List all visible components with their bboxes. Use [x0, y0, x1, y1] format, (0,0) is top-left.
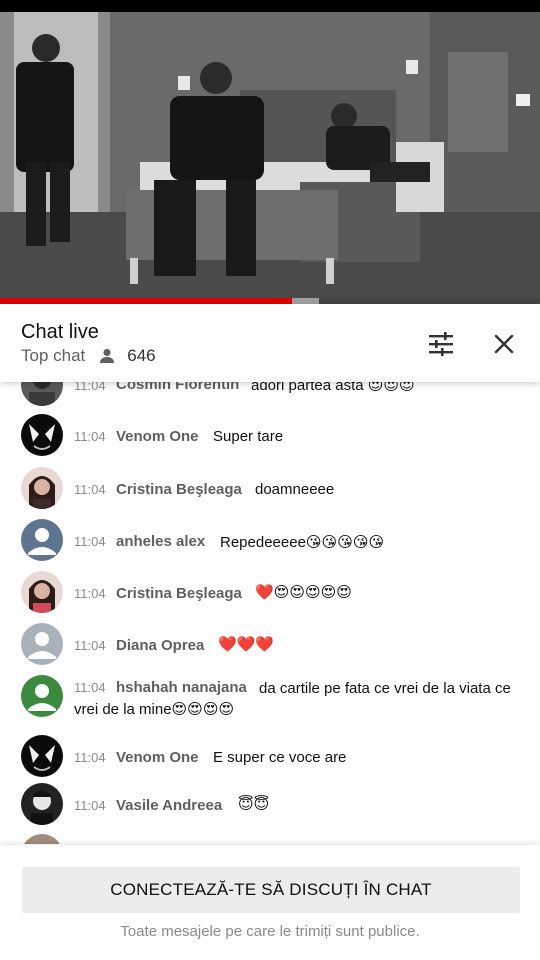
- message-text: da cartile pe fata ce vrei de la viata c…: [74, 680, 511, 718]
- avatar: [21, 783, 63, 825]
- message-author[interactable]: Cristina Beşleaga: [116, 481, 242, 498]
- message-author[interactable]: Venom One: [116, 749, 199, 766]
- message-text: ❤️❤️❤️: [218, 636, 275, 653]
- viewer-count: 646: [99, 346, 156, 366]
- message-author[interactable]: Cosmin Florentin: [116, 382, 239, 393]
- avatar: [21, 675, 63, 717]
- chat-title: Chat live: [21, 321, 99, 343]
- chat-footer: CONECTEAZĂ-TE SĂ DISCUȚI ÎN CHAT Toate m…: [0, 845, 540, 960]
- tune-icon: [429, 332, 453, 356]
- avatar: [21, 623, 63, 665]
- close-icon: [494, 334, 514, 354]
- status-bar: [0, 0, 540, 12]
- sign-in-to-chat-button[interactable]: CONECTEAZĂ-TE SĂ DISCUȚI ÎN CHAT: [22, 867, 520, 913]
- message-text: ❤️😍😍😍😍😍: [255, 584, 352, 601]
- avatar: [21, 414, 63, 456]
- chat-mode-label[interactable]: Top chat: [21, 346, 85, 366]
- message-author[interactable]: Cristina Beşleaga: [116, 585, 242, 602]
- message-author[interactable]: Diana Oprea: [116, 637, 204, 654]
- message-time: 11:04: [74, 586, 106, 601]
- video-player[interactable]: [0, 12, 540, 298]
- message-text: Super tare: [213, 428, 284, 445]
- public-messages-note: Toate mesajele pe care le trimiți sunt p…: [120, 923, 420, 940]
- video-frame: [0, 12, 540, 298]
- live-chat-header: Chat live Top chat 646: [0, 304, 540, 382]
- chat-message-list[interactable]: 11:04 Cosmin Florentin adori partea asta…: [0, 382, 540, 844]
- avatar: [21, 834, 63, 844]
- message-author[interactable]: Venom One: [116, 428, 199, 445]
- message-time: 11:04: [74, 429, 106, 444]
- avatar: [21, 519, 63, 561]
- chat-filter-button[interactable]: [421, 324, 461, 364]
- message-time: 11:04: [74, 750, 106, 765]
- message-text: 😇😇: [238, 796, 270, 813]
- close-chat-button[interactable]: [484, 324, 524, 364]
- message-time: 11:04: [74, 382, 106, 393]
- message-author[interactable]: Vasile Andreea: [116, 797, 222, 814]
- message-time: 11:04: [74, 482, 106, 497]
- viewer-count-value: 646: [127, 346, 156, 365]
- message-text: doamneeee: [255, 481, 335, 498]
- message-text: Repedeeeee😘😘😘😘😘: [220, 534, 385, 551]
- message-time: 11:04: [74, 534, 106, 549]
- avatar: [21, 571, 63, 613]
- message-author[interactable]: anheles alex: [116, 533, 205, 550]
- avatar: [21, 735, 63, 777]
- chat-mode-row[interactable]: Top chat 646: [21, 346, 156, 366]
- message-text: adori partea asta 😍😍😍: [251, 382, 415, 394]
- avatar: [21, 467, 63, 509]
- message-time: 11:04: [74, 798, 106, 813]
- person-icon: [100, 348, 115, 363]
- avatar: [21, 382, 63, 406]
- message-time: 11:04: [74, 638, 106, 653]
- message-text: E super ce voce are: [213, 749, 347, 766]
